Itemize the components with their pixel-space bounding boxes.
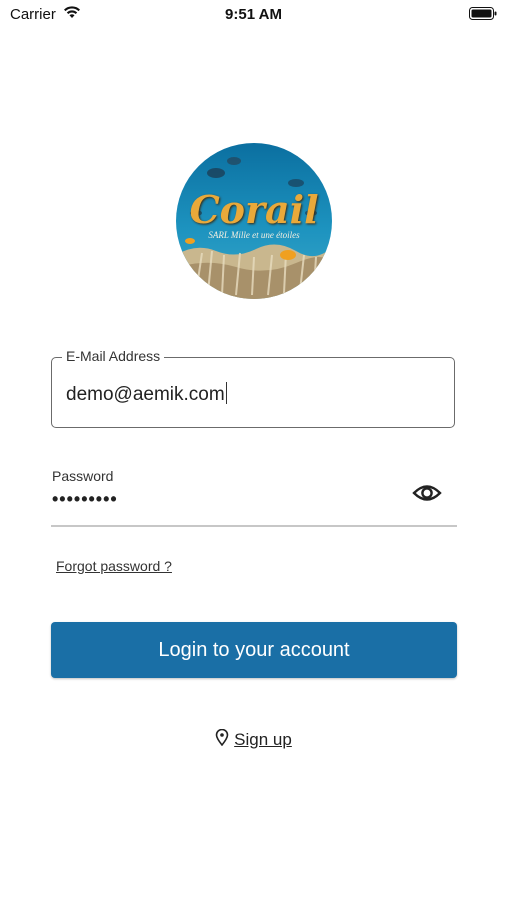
email-field[interactable]: E-Mail Address demo@aemik.com xyxy=(51,348,455,428)
email-input-value[interactable]: demo@aemik.com xyxy=(66,382,227,406)
sign-up-label[interactable]: Sign up xyxy=(234,730,292,750)
email-label: E-Mail Address xyxy=(62,348,165,364)
battery-icon xyxy=(469,7,497,25)
login-button[interactable]: Login to your account xyxy=(51,622,457,678)
password-label: Password xyxy=(52,468,114,484)
password-field[interactable]: ••••••••• xyxy=(52,489,118,510)
forgot-password-link[interactable]: Forgot password ? xyxy=(56,558,172,574)
logo-subtitle: SARL Mille et une étoiles xyxy=(208,230,300,240)
app-logo: Corail SARL Mille et une étoiles xyxy=(176,143,332,299)
sign-up-link[interactable]: Sign up xyxy=(0,728,507,751)
eye-icon[interactable] xyxy=(412,482,442,504)
location-pin-icon xyxy=(215,728,229,751)
status-time: 9:51 AM xyxy=(225,6,282,23)
password-underline xyxy=(51,525,457,527)
text-caret xyxy=(225,382,227,404)
logo-title: Corail xyxy=(189,187,319,232)
status-bar: Carrier 9:51 AM xyxy=(0,0,507,30)
